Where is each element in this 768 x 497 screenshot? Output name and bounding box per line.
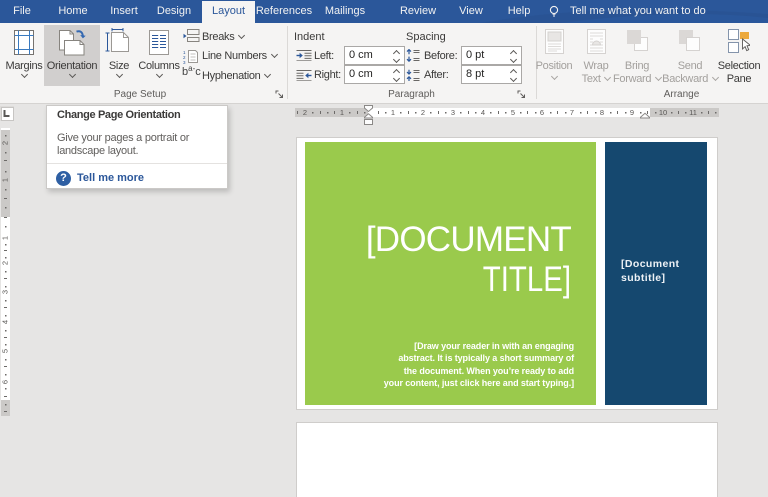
svg-text:2: 2 [1,141,10,145]
svg-text:3: 3 [183,60,186,64]
svg-text:8: 8 [600,108,604,117]
svg-text:4: 4 [1,320,10,324]
svg-text:2: 2 [303,108,307,117]
svg-text:1: 1 [1,178,10,182]
svg-text:9: 9 [630,108,634,117]
svg-text:10: 10 [659,108,667,117]
svg-text:3: 3 [451,108,455,117]
svg-text:5: 5 [511,108,515,117]
svg-text:7: 7 [570,108,574,117]
svg-text:2: 2 [421,108,425,117]
svg-text:2: 2 [1,261,10,265]
svg-text:6: 6 [1,380,10,384]
svg-text:11: 11 [689,108,697,117]
svg-text:1: 1 [340,108,344,117]
svg-text:1: 1 [1,236,10,240]
svg-text:3: 3 [1,290,10,294]
svg-text:4: 4 [481,108,485,117]
svg-text:1: 1 [391,108,395,117]
svg-text:5: 5 [1,349,10,353]
svg-text:6: 6 [540,108,544,117]
